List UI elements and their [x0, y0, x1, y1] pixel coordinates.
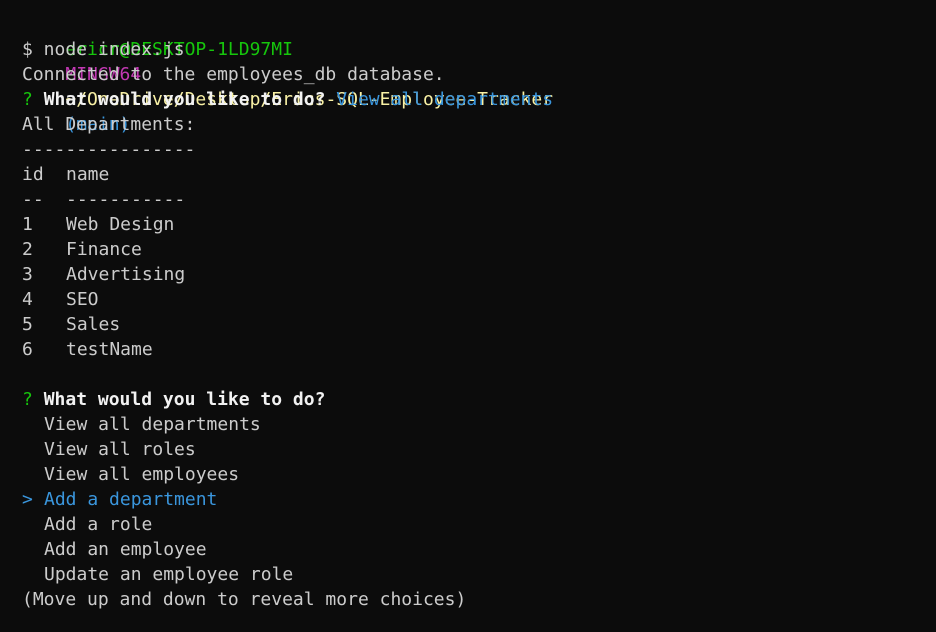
menu-option-add-role[interactable]: Add a role	[22, 512, 932, 537]
row-id: 3	[22, 264, 33, 285]
question-mark: ?	[22, 89, 33, 110]
question-active: ? What would you like to do?	[22, 387, 932, 412]
header-id: id	[22, 164, 44, 185]
row-id: 1	[22, 214, 33, 235]
table-row: 6 testName	[22, 337, 932, 362]
menu-option-add-employee[interactable]: Add an employee	[22, 537, 932, 562]
row-id: 5	[22, 314, 33, 335]
menu-option-label: Add an employee	[44, 539, 207, 560]
row-name: Sales	[66, 314, 121, 335]
table-row: 5 Sales	[22, 312, 932, 337]
rule-id: --	[22, 189, 44, 210]
question-answered: ? What would you like to do? View all de…	[22, 87, 932, 112]
menu-option-label: View all departments	[44, 414, 261, 435]
menu-option-view-roles[interactable]: View all roles	[22, 437, 932, 462]
table-row: 4 SEO	[22, 287, 932, 312]
table-row: 1 Web Design	[22, 212, 932, 237]
row-id: 4	[22, 289, 33, 310]
menu-option-view-departments[interactable]: View all departments	[22, 412, 932, 437]
table-row: 3 Advertising	[22, 262, 932, 287]
menu-option-label: View all roles	[44, 439, 196, 460]
menu-hint: (Move up and down to reveal more choices…	[22, 589, 467, 610]
command-line: $ node index.js	[22, 39, 185, 60]
row-name: Advertising	[66, 264, 186, 285]
table-title: All Departments:	[22, 114, 196, 135]
question-text: What would you like to do?	[43, 89, 326, 110]
table-title-rule: ----------------	[22, 139, 196, 160]
row-name: testName	[66, 339, 153, 360]
menu-option-add-department-selected[interactable]: > Add a department	[22, 487, 932, 512]
header-name: name	[66, 164, 110, 185]
menu-option-update-employee-role[interactable]: Update an employee role	[22, 562, 932, 587]
table-header-row: id name	[22, 162, 932, 187]
question-mark: ?	[22, 389, 33, 410]
question-answer: View all departments	[336, 89, 554, 110]
row-id: 2	[22, 239, 33, 260]
menu-option-label: View all employees	[44, 464, 240, 485]
table-header-rule: -- -----------	[22, 187, 932, 212]
rule-name: -----------	[66, 189, 186, 210]
connected-message: Connected to the employees_db database.	[22, 64, 445, 85]
menu-option-label: Update an employee role	[44, 564, 294, 585]
row-name: Finance	[66, 239, 142, 260]
table-row: 2 Finance	[22, 237, 932, 262]
terminal-window[interactable]: ericr@DESKTOP-1LD97MI MINGW64 ~/OneDrive…	[22, 12, 932, 612]
row-name: SEO	[66, 289, 99, 310]
selection-pointer: >	[22, 489, 33, 510]
menu-option-label: Add a department	[44, 489, 218, 510]
question-text: What would you like to do?	[43, 389, 326, 410]
menu-option-view-employees[interactable]: View all employees	[22, 462, 932, 487]
row-id: 6	[22, 339, 33, 360]
row-name: Web Design	[66, 214, 175, 235]
menu-option-label: Add a role	[44, 514, 153, 535]
shell-prompt-line: ericr@DESKTOP-1LD97MI MINGW64 ~/OneDrive…	[22, 12, 932, 135]
